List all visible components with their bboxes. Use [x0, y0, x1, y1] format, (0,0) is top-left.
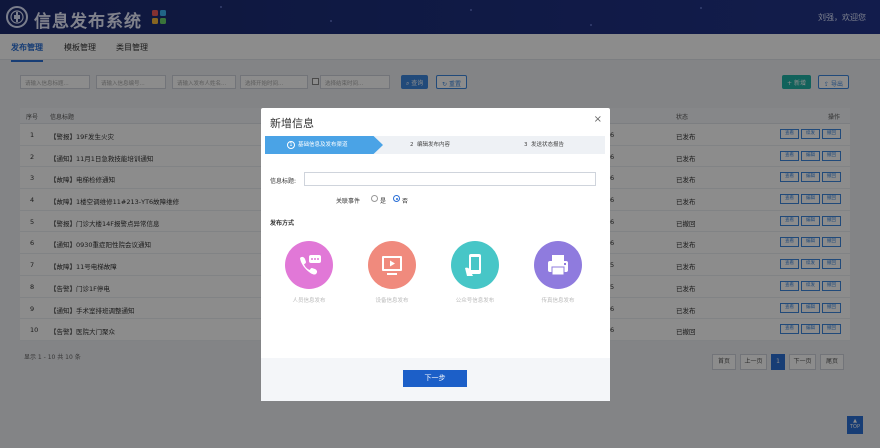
related-yes-radio[interactable]: [371, 195, 378, 202]
official-account-publish-button[interactable]: [451, 241, 499, 289]
related-no-radio[interactable]: [393, 195, 400, 202]
new-info-modal: 新增信息 × 1 基础信息及发布渠道 2 编辑发布内容 3 发送状态报告 信息标题…: [261, 108, 610, 401]
step-3: 3 发送状态报告: [524, 136, 564, 154]
publish-method-label: 发布方式: [270, 220, 295, 227]
step-2: 2 编辑发布内容: [410, 136, 450, 154]
phone-message-icon: [300, 255, 321, 275]
device-publish-label: 设备信息发布: [375, 298, 409, 304]
step-2-number: 2: [410, 142, 414, 148]
step-2-label: 编辑发布内容: [417, 142, 451, 148]
step-1-label: 基础信息及发布渠道: [298, 142, 348, 148]
modal-footer: 下一步: [261, 358, 610, 401]
person-publish-label: 人员信息发布: [292, 298, 326, 304]
step-3-number: 3: [524, 142, 528, 148]
fax-publish-label: 传真信息发布: [541, 298, 575, 304]
modal-title: 新增信息: [270, 117, 314, 130]
fax-icon: [548, 255, 568, 276]
official-account-publish-label: 公众号信息发布: [455, 298, 495, 304]
step-1: 1 基础信息及发布渠道: [265, 136, 383, 154]
person-publish-button[interactable]: [285, 241, 333, 289]
close-icon[interactable]: ×: [594, 114, 602, 125]
step-indicator: 1 基础信息及发布渠道 2 编辑发布内容 3 发送状态报告: [265, 136, 605, 154]
device-publish-button[interactable]: [368, 241, 416, 289]
video-screen-icon: [382, 256, 402, 275]
related-no-label: 否: [402, 198, 409, 205]
next-step-button[interactable]: 下一步: [403, 370, 467, 387]
related-event-label: 关联事件: [336, 198, 361, 205]
related-yes-label: 是: [380, 198, 387, 205]
mobile-hand-icon: [465, 254, 481, 276]
fax-publish-button[interactable]: [534, 241, 582, 289]
info-title-label: 信息标题:: [270, 178, 297, 185]
step-1-number: 1: [287, 141, 295, 149]
info-title-input[interactable]: [304, 172, 596, 186]
step-3-label: 发送状态报告: [531, 142, 565, 148]
